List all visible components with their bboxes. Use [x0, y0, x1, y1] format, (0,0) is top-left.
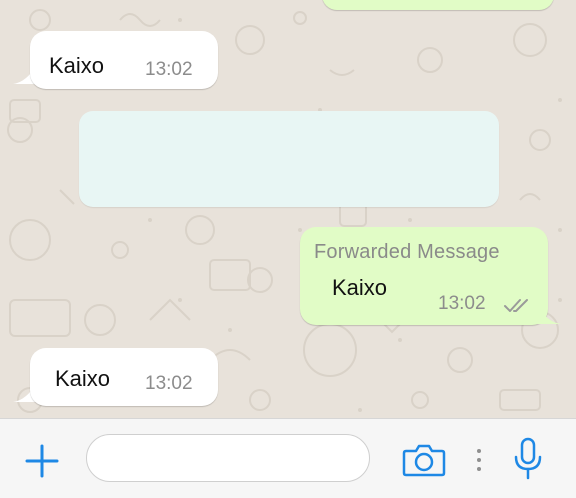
camera-icon[interactable] [402, 441, 446, 477]
message-input[interactable] [86, 434, 370, 482]
chat-screen: Kaixo 13:02 Forwarded Message Kaixo 13:0… [0, 0, 576, 498]
message-time: 13:02 [145, 59, 193, 80]
message-text: Kaixo [49, 53, 105, 78]
plus-icon[interactable] [24, 443, 60, 479]
partial-outgoing-bubble [322, 0, 554, 10]
forwarded-label: Forwarded Message [314, 241, 500, 263]
message-time: 13:02 [438, 293, 486, 314]
double-check-icon [504, 299, 528, 312]
bubble-tail [537, 302, 561, 324]
composer-bar [0, 418, 576, 498]
message-time: 13:02 [145, 373, 193, 394]
message-text: Kaixo [55, 366, 111, 391]
incoming-message-bubble[interactable]: Kaixo 13:02 [30, 31, 218, 89]
outgoing-message-bubble[interactable]: Forwarded Message Kaixo 13:02 [300, 227, 548, 325]
microphone-icon[interactable] [512, 437, 544, 481]
empty-system-bubble [79, 111, 499, 207]
message-text: Kaixo [332, 275, 388, 300]
vertical-dots-icon[interactable] [474, 447, 484, 473]
incoming-message-bubble[interactable]: Kaixo 13:02 [30, 348, 218, 406]
